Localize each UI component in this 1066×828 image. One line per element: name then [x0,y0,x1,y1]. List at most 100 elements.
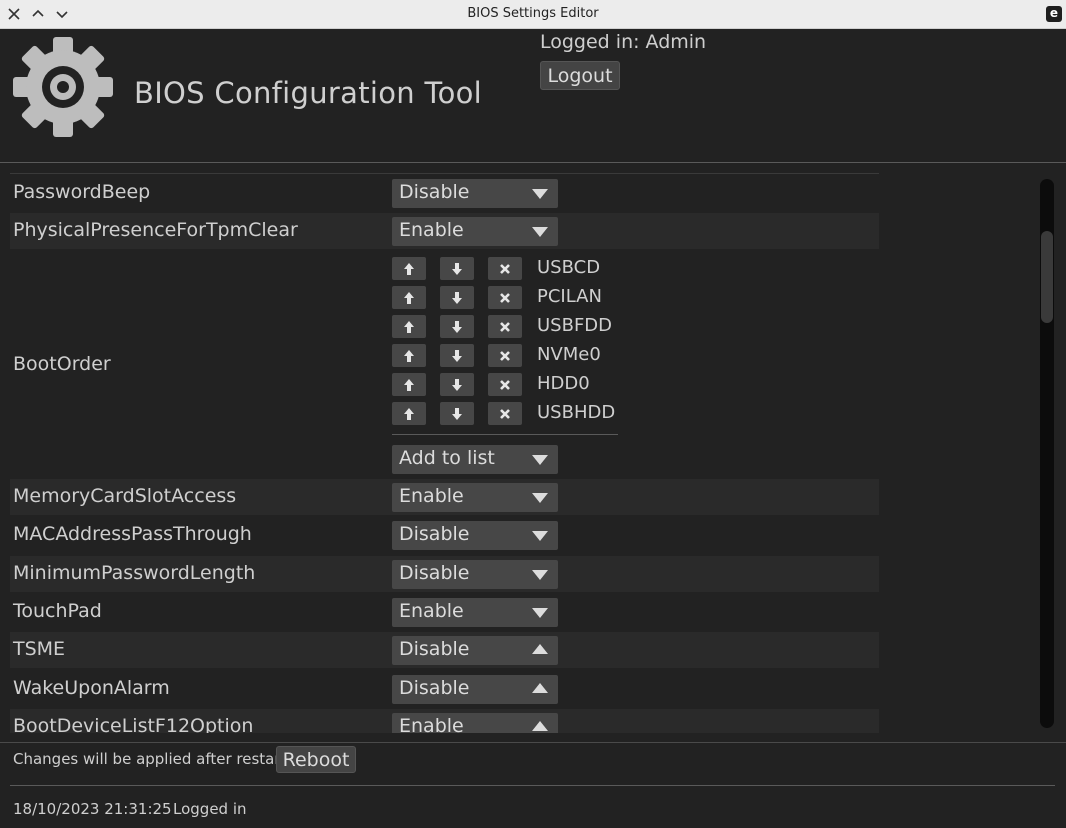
chevron-up-icon [532,721,548,731]
boot-order-item: HDD0 [392,373,632,399]
close-icon [500,321,510,332]
setting-label: MemoryCardSlotAccess [13,485,237,507]
dropdown-value: Enable [399,715,464,733]
add-to-list-dropdown[interactable]: Add to list [392,445,558,474]
chevron-down-icon [532,455,548,465]
boot-order-item: USBHDD [392,402,632,428]
boot-order-item: USBFDD [392,315,632,341]
arrow-up-icon [404,349,414,362]
dropdown-value: Disable [399,638,470,660]
setting-row-bootdevicelistf12option: BootDeviceListF12Option Enable [10,709,879,733]
dropdown-value: Disable [399,181,470,203]
close-icon [500,408,510,419]
move-down-button[interactable] [440,315,474,338]
boot-order-item: PCILAN [392,286,632,312]
setting-label: MinimumPasswordLength [13,562,256,584]
boot-order-add-row: Add to list [10,441,879,477]
move-down-button[interactable] [440,402,474,425]
setting-label: TouchPad [13,600,102,622]
setting-row-touchpad: TouchPad Enable [10,594,879,630]
footer-divider [0,742,1066,743]
boot-order-item: NVMe0 [392,344,632,370]
setting-dropdown[interactable]: Disable [392,521,558,550]
scrollbar-thumb[interactable] [1041,231,1053,323]
setting-dropdown[interactable]: Disable [392,560,558,589]
arrow-up-icon [404,378,414,391]
setting-label: PhysicalPresenceForTpmClear [13,219,298,241]
dropdown-value: Enable [399,219,464,241]
boot-device-name: USBCD [537,257,601,278]
setting-label: TSME [13,638,66,660]
arrow-up-icon [404,291,414,304]
chevron-down-icon [532,608,548,618]
move-up-button[interactable] [392,344,426,367]
gear-icon [13,37,113,137]
remove-button[interactable] [488,373,522,396]
dropdown-value: Disable [399,562,470,584]
status-timestamp: 18/10/2023 21:31:25 [13,800,172,818]
remove-button[interactable] [488,402,522,425]
arrow-up-icon [404,262,414,275]
chevron-down-icon [532,227,548,237]
setting-dropdown[interactable]: Disable [392,636,558,665]
chevron-down-icon [532,493,548,503]
restart-note: Changes will be applied after restart. [13,750,292,768]
chevron-up-icon [532,683,548,693]
list-top-divider [10,173,879,174]
window-titlebar: BIOS Settings Editor e [0,0,1066,29]
setting-dropdown[interactable]: Disable [392,675,558,704]
dropdown-value: Disable [399,677,470,699]
dropdown-value: Add to list [399,447,495,469]
move-up-button[interactable] [392,402,426,425]
remove-button[interactable] [488,286,522,309]
remove-button[interactable] [488,315,522,338]
setting-row-macaddresspassthrough: MACAddressPassThrough Disable [10,517,879,553]
close-icon [500,292,510,303]
status-message: Logged in [173,800,247,818]
move-up-button[interactable] [392,315,426,338]
arrow-down-icon [452,407,462,420]
setting-label: MACAddressPassThrough [13,523,252,545]
move-down-button[interactable] [440,257,474,280]
arrow-down-icon [452,320,462,333]
move-up-button[interactable] [392,257,426,280]
settings-list[interactable]: PasswordBeep Disable PhysicalPresenceFor… [0,163,1040,733]
window-title: BIOS Settings Editor [467,6,599,21]
remove-button[interactable] [488,344,522,367]
remove-button[interactable] [488,257,522,280]
chevron-down-icon [532,531,548,541]
setting-dropdown[interactable]: Enable [392,217,558,246]
close-icon [500,379,510,390]
app-badge-icon: e [1046,6,1062,22]
move-down-button[interactable] [440,373,474,396]
setting-row-physicalpresencefortpmclear: PhysicalPresenceForTpmClear Enable [10,213,879,249]
move-down-button[interactable] [440,286,474,309]
dropdown-value: Enable [399,600,464,622]
reboot-button[interactable]: Reboot [276,746,356,773]
move-up-button[interactable] [392,373,426,396]
arrow-down-icon [452,262,462,275]
logged-in-user: Logged in: Admin [540,31,707,53]
arrow-up-icon [404,407,414,420]
vertical-scrollbar[interactable] [1040,179,1054,728]
setting-dropdown[interactable]: Enable [392,713,558,733]
boot-order-item: USBCD [392,257,632,283]
setting-dropdown[interactable]: Enable [392,598,558,627]
move-up-button[interactable] [392,286,426,309]
boot-order-divider [392,434,618,435]
app-title: BIOS Configuration Tool [134,76,483,110]
logout-button[interactable]: Logout [540,61,620,90]
boot-device-name: NVMe0 [537,344,601,365]
close-icon [500,350,510,361]
setting-row-passwordbeep: PasswordBeep Disable [10,175,879,211]
move-down-button[interactable] [440,344,474,367]
setting-dropdown[interactable]: Enable [392,483,558,512]
setting-dropdown[interactable]: Disable [392,179,558,208]
dropdown-value: Enable [399,485,464,507]
setting-row-minimumpasswordlength: MinimumPasswordLength Disable [10,556,879,592]
chevron-down-icon [532,570,548,580]
boot-device-name: USBHDD [537,402,616,423]
setting-label: BootDeviceListF12Option [13,715,254,733]
boot-device-name: PCILAN [537,286,602,307]
setting-label: PasswordBeep [13,181,151,203]
